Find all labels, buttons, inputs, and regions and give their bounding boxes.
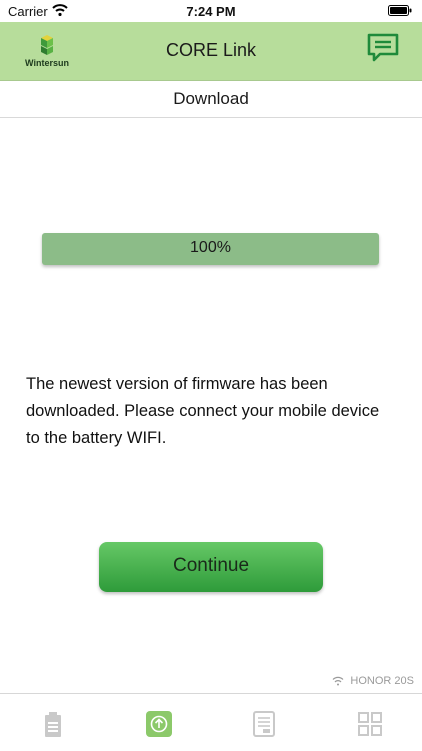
progress-label: 100%	[190, 239, 231, 256]
nav-upgrade-icon[interactable]	[144, 709, 174, 739]
battery-status-icon	[388, 5, 412, 16]
app-title: CORE Link	[165, 40, 257, 60]
download-progress-bar: 100%	[42, 233, 379, 265]
bottom-nav	[0, 693, 422, 751]
page-title-bar: Download	[0, 81, 422, 118]
nav-battery-icon[interactable]	[38, 709, 68, 739]
continue-button[interactable]: Continue	[99, 542, 323, 592]
page-title: Download	[173, 89, 249, 108]
status-bar: Carrier 7:24 PM	[0, 0, 422, 22]
connected-wifi-name: HONOR 20S	[350, 675, 414, 687]
message-icon[interactable]	[366, 32, 400, 64]
continue-button-label: Continue	[172, 555, 250, 576]
connected-wifi-icon	[332, 676, 344, 686]
nav-log-icon[interactable]	[249, 709, 279, 739]
status-time: 7:24 PM	[186, 4, 236, 19]
download-complete-message: The newest version of firmware has been …	[26, 375, 380, 447]
nav-grid-icon[interactable]	[355, 709, 385, 739]
app-header: Wintersun CORE Link	[0, 22, 422, 81]
